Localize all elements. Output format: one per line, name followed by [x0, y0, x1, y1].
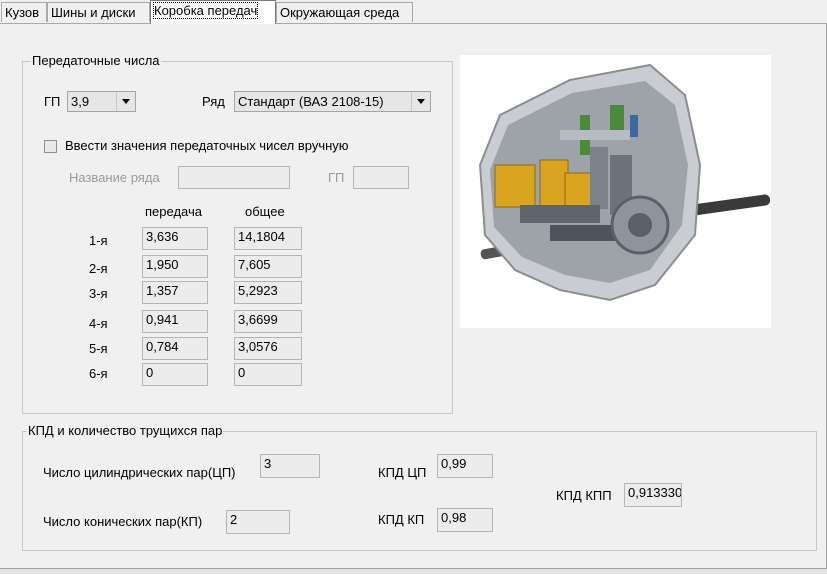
kpd-kpp-label: КПД КПП: [556, 488, 612, 503]
gear-1-total[interactable]: 14,1804: [234, 227, 302, 250]
series-name-label: Название ряда: [69, 170, 160, 185]
tab-body[interactable]: Кузов: [1, 2, 47, 22]
kpd-cp-input[interactable]: 0,99: [437, 454, 493, 478]
manual-label[interactable]: Ввести значения передаточных чисел вручн…: [65, 138, 349, 153]
kpd-kpp-input[interactable]: 0,913330: [624, 483, 682, 507]
gear-6-label: 6-я: [89, 366, 108, 381]
ratios-legend: Передаточные числа: [31, 53, 161, 68]
cyl-pairs-label: Число цилиндрических пар(ЦП): [43, 465, 236, 480]
tab-tires[interactable]: Шины и диски: [47, 2, 150, 22]
gp-combo[interactable]: 3,9: [67, 91, 136, 112]
gearbox-cutaway-image: [460, 55, 771, 328]
manual-checkbox[interactable]: [44, 140, 57, 153]
efficiency-legend: КПД и количество трущихся пар: [27, 423, 224, 438]
series-combo[interactable]: Стандарт (ВАЗ 2108-15): [234, 91, 431, 112]
gear-4-label: 4-я: [89, 316, 108, 331]
kpd-cp-label: КПД ЦП: [378, 465, 427, 480]
col-gear-header: передача: [145, 204, 202, 219]
gear-5-total[interactable]: 3,0576: [234, 337, 302, 360]
cyl-pairs-input[interactable]: 3: [260, 454, 320, 478]
gear-2-ratio[interactable]: 1,950: [142, 255, 208, 278]
gear-6-ratio[interactable]: 0: [142, 363, 208, 386]
gear-5-ratio[interactable]: 0,784: [142, 337, 208, 360]
chevron-down-icon[interactable]: [411, 92, 430, 111]
tab-environment[interactable]: Окружающая среда: [276, 2, 413, 22]
gear-1-label: 1-я: [89, 233, 108, 248]
gear-4-total[interactable]: 3,6699: [234, 310, 302, 333]
gp-combo-value: 3,9: [71, 94, 90, 109]
col-total-header: общее: [245, 204, 285, 219]
gp2-label: ГП: [328, 170, 345, 185]
gear-3-ratio[interactable]: 1,357: [142, 281, 208, 304]
bottom-border: [0, 568, 827, 574]
gear-4-ratio[interactable]: 0,941: [142, 310, 208, 333]
kpd-kp-input[interactable]: 0,98: [437, 508, 493, 532]
kpd-kp-label: КПД КП: [378, 512, 425, 527]
gear-6-total[interactable]: 0: [234, 363, 302, 386]
tab-bar: Кузов Шины и диски Коробка передач Окруж…: [0, 0, 827, 24]
gear-3-label: 3-я: [89, 286, 108, 301]
gear-2-label: 2-я: [89, 261, 108, 276]
gear-2-total[interactable]: 7,605: [234, 255, 302, 278]
gear-1-ratio[interactable]: 3,636: [142, 227, 208, 250]
gearbox-panel: Передаточные числа ГП 3,9 Ряд Стандарт (…: [0, 24, 827, 568]
series-name-input[interactable]: [178, 166, 290, 189]
series-label: Ряд: [202, 94, 225, 109]
tab-gearbox[interactable]: Коробка передач: [150, 0, 276, 24]
gear-5-label: 5-я: [89, 341, 108, 356]
gear-3-total[interactable]: 5,2923: [234, 281, 302, 304]
series-combo-value: Стандарт (ВАЗ 2108-15): [238, 94, 384, 109]
con-pairs-label: Число конических пар(КП): [43, 514, 203, 529]
con-pairs-input[interactable]: 2: [226, 510, 290, 534]
gp2-input[interactable]: [353, 166, 409, 189]
gp-label: ГП: [44, 94, 61, 109]
chevron-down-icon[interactable]: [116, 92, 135, 111]
efficiency-group: КПД и количество трущихся пар: [22, 423, 817, 551]
